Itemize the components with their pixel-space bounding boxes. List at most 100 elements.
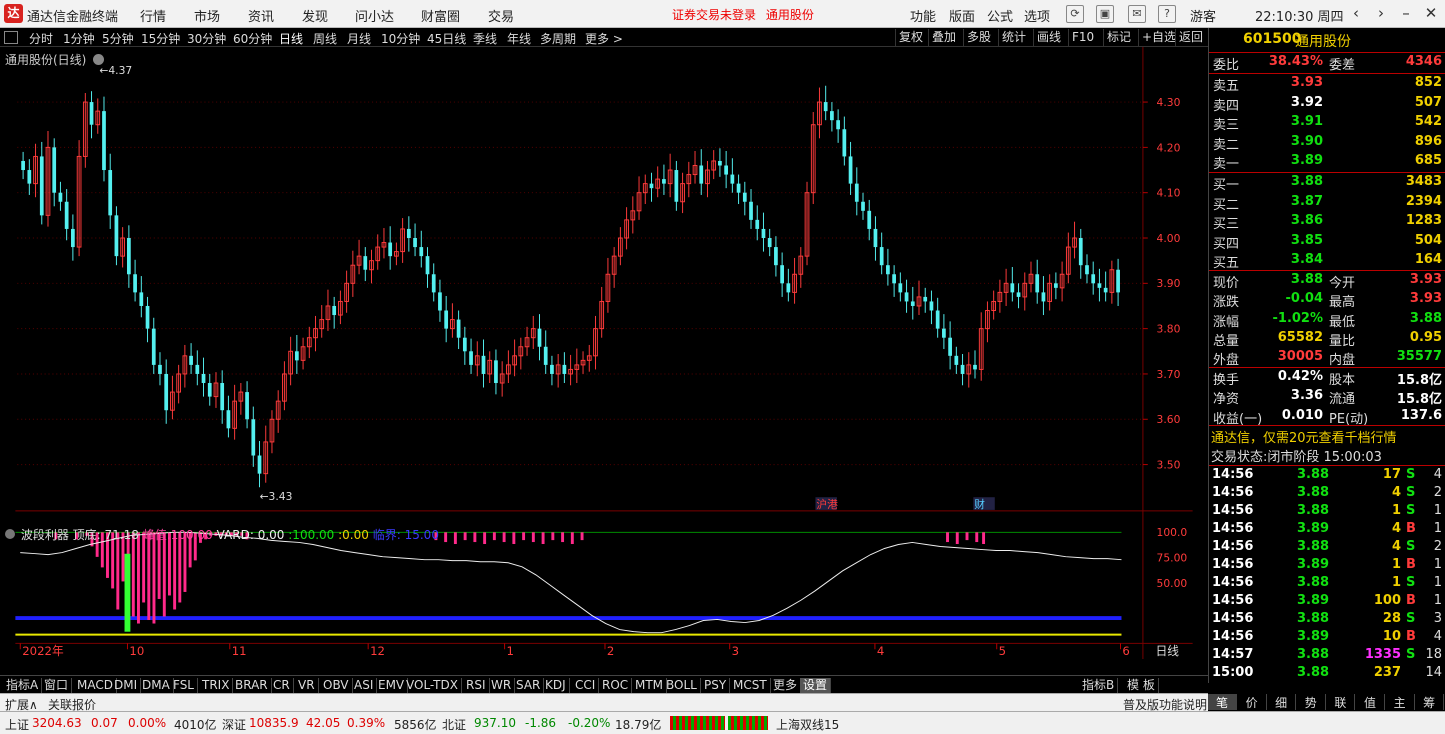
candle-body-down[interactable]: [139, 292, 144, 306]
candle-body-down[interactable]: [1091, 274, 1096, 284]
candle-body-down[interactable]: [245, 392, 249, 420]
candle-body-down[interactable]: [27, 170, 32, 184]
bid-row[interactable]: 买二 3.87 2394: [1209, 193, 1445, 213]
indicator-tab-24[interactable]: 更多: [770, 678, 802, 694]
indicator-tab-21[interactable]: BOLL: [663, 678, 701, 694]
period-5min[interactable]: 5分钟: [102, 30, 134, 47]
indicator-tab-23[interactable]: MCST: [730, 678, 771, 694]
candle-body-down[interactable]: [562, 364, 567, 374]
candle-body-down[interactable]: [481, 355, 486, 374]
candle-body-down[interactable]: [1116, 269, 1120, 293]
candle-body-down[interactable]: [89, 102, 94, 125]
bz-label[interactable]: 北证: [442, 716, 466, 733]
btn-diejia[interactable]: 叠加: [928, 29, 959, 46]
period-fenshi[interactable]: 分时: [29, 30, 53, 47]
user-name[interactable]: 游客: [1190, 6, 1216, 25]
period-multi[interactable]: 多周期: [540, 30, 576, 47]
candle-body-down[interactable]: [226, 410, 231, 429]
screen-icon[interactable]: ▣: [1096, 5, 1114, 23]
back-icon[interactable]: ‹: [1346, 4, 1366, 22]
candle-body-down[interactable]: [158, 364, 162, 374]
stat2-row[interactable]: 净资 3.36 流通 15.8亿: [1209, 387, 1445, 407]
indicator-tab-18[interactable]: CCI: [572, 678, 600, 694]
template-button[interactable]: 模 板: [1124, 678, 1159, 694]
period-monthly[interactable]: 月线: [347, 30, 371, 47]
promo-text[interactable]: 通达信，仅需20元查看千档行情: [1211, 427, 1397, 446]
candle-body-down[interactable]: [195, 364, 200, 374]
dropdown-icon[interactable]: [93, 54, 105, 65]
candle-body-down[interactable]: [537, 328, 542, 347]
candle-body-down[interactable]: [948, 337, 952, 356]
candle-body-down[interactable]: [842, 129, 847, 157]
tick-row[interactable]: 14:56 3.88 1 S 1: [1209, 574, 1445, 593]
candle-body-down[interactable]: [1016, 292, 1021, 297]
candle-body-down[interactable]: [431, 274, 436, 293]
candle-body-down[interactable]: [469, 351, 473, 365]
indicator-tab-20[interactable]: MTM: [632, 678, 668, 694]
indicator-tab-4[interactable]: DMA: [139, 678, 174, 694]
event-mark-hk[interactable]: 沪港: [816, 498, 838, 511]
period-weekly[interactable]: 周线: [313, 30, 337, 47]
candle-body-down[interactable]: [898, 283, 903, 293]
candle-body-down[interactable]: [1085, 265, 1089, 275]
candle-body-down[interactable]: [823, 102, 828, 112]
candle-body-down[interactable]: [114, 215, 119, 257]
candle-body-down[interactable]: [774, 247, 778, 266]
ask-row[interactable]: 卖一 3.89 685: [1209, 152, 1445, 172]
candle-body-down[interactable]: [294, 351, 299, 361]
candle-body-down[interactable]: [854, 183, 859, 202]
menu-gongshi[interactable]: 公式: [987, 6, 1013, 25]
period-30min[interactable]: 30分钟: [187, 30, 226, 47]
period-more[interactable]: 更多 >: [585, 30, 623, 47]
candle-body-down[interactable]: [108, 170, 113, 216]
menu-xuanxiang[interactable]: 选项: [1024, 6, 1050, 25]
mail-icon[interactable]: ✉: [1128, 5, 1146, 23]
candle-body-down[interactable]: [904, 292, 909, 302]
candle-body-down[interactable]: [207, 383, 212, 397]
candle-body-down[interactable]: [220, 383, 225, 411]
candle-body-down[interactable]: [973, 364, 977, 370]
indicator-tab-15[interactable]: WR: [488, 678, 516, 694]
menu-zixun[interactable]: 资讯: [248, 6, 274, 25]
bid-row[interactable]: 买一 3.88 3483: [1209, 173, 1445, 193]
candle-body-down[interactable]: [867, 210, 872, 229]
quote-tab-1[interactable]: 价: [1238, 694, 1267, 710]
indicator-tab-19[interactable]: ROC: [599, 678, 633, 694]
candle-body-down[interactable]: [1035, 274, 1040, 293]
menu-banmian[interactable]: 版面: [949, 6, 975, 25]
stat-row[interactable]: 外盘 30005 内盘 35577: [1209, 348, 1445, 368]
period-daily[interactable]: 日线: [279, 30, 303, 47]
candle-body-down[interactable]: [127, 238, 131, 275]
candle-body-down[interactable]: [836, 120, 840, 130]
candle-body-down[interactable]: [164, 373, 169, 411]
tick-row[interactable]: 14:56 3.89 4 B 1: [1209, 520, 1445, 539]
ask-row[interactable]: 卖四 3.92 507: [1209, 94, 1445, 114]
indicator-tab-13[interactable]: VOL-TDX: [403, 678, 462, 694]
btn-fuquan[interactable]: 复权: [895, 29, 926, 46]
minimize-icon[interactable]: –: [1396, 4, 1416, 22]
candle-body-down[interactable]: [251, 419, 256, 456]
stat-row[interactable]: 现价 3.88 今开 3.93: [1209, 271, 1445, 291]
menu-gongneng[interactable]: 功能: [910, 6, 936, 25]
candle-body-down[interactable]: [910, 301, 915, 306]
tick-row[interactable]: 14:56 3.89 10 B 4: [1209, 628, 1445, 647]
candle-body-down[interactable]: [151, 328, 156, 365]
candle-body-down[interactable]: [649, 183, 654, 189]
menu-faxian[interactable]: 发现: [302, 6, 328, 25]
candle-body-down[interactable]: [145, 305, 150, 329]
candle-body-down[interactable]: [1103, 287, 1108, 293]
candle-body-down[interactable]: [923, 296, 928, 302]
candle-body-down[interactable]: [730, 174, 735, 184]
candle-body-down[interactable]: [861, 201, 865, 211]
tick-row[interactable]: 14:57 3.88 1335 S 18: [1209, 646, 1445, 665]
menu-shichang[interactable]: 市场: [194, 6, 220, 25]
candle-body-down[interactable]: [873, 228, 878, 248]
help-icon[interactable]: ?: [1158, 5, 1176, 23]
candle-body-down[interactable]: [1010, 283, 1015, 293]
grid-icon[interactable]: [4, 31, 18, 44]
btn-duogu[interactable]: 多股: [963, 29, 994, 46]
candle-body-down[interactable]: [388, 242, 393, 257]
refresh-icon[interactable]: ⟳: [1066, 5, 1084, 23]
tick-row[interactable]: 15:00 3.88 237 14: [1209, 664, 1445, 683]
candle-body-down[interactable]: [942, 328, 946, 338]
